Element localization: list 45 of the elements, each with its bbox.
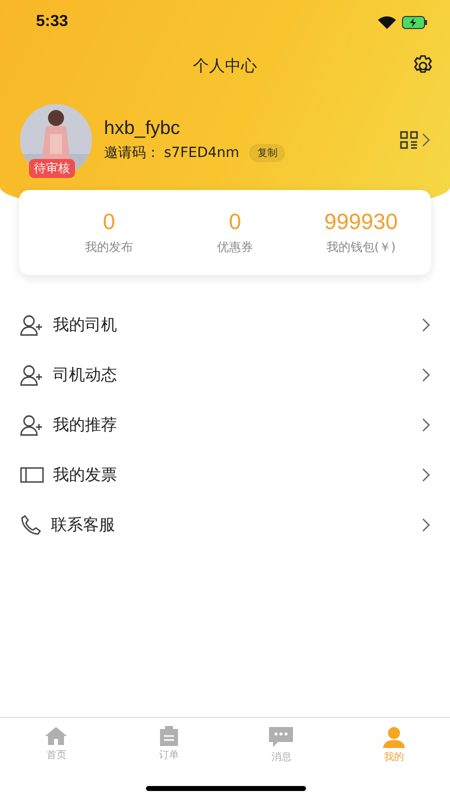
- clipboard-icon: [158, 726, 180, 746]
- invite-code: s7FED4nm: [164, 145, 240, 161]
- status-time: 5:33: [36, 13, 68, 31]
- battery-icon: [402, 16, 428, 28]
- chevron-right-icon: [422, 468, 430, 482]
- chat-icon: [268, 726, 294, 748]
- tab-item[interactable]: 首页: [0, 718, 112, 778]
- menu-label: 联系客服: [51, 514, 116, 536]
- menu-label: 我的推荐: [53, 414, 118, 436]
- menu-item[interactable]: 我的发票: [0, 450, 450, 500]
- menu-label: 司机动态: [53, 364, 118, 386]
- page-title: 个人中心: [193, 56, 257, 76]
- stat-value[interactable]: 0: [228, 209, 242, 235]
- stat-value[interactable]: 0: [102, 209, 116, 235]
- chevron-right-icon: [422, 418, 430, 432]
- tab-item[interactable]: 订单: [112, 718, 225, 778]
- qr-code-icon[interactable]: [400, 131, 418, 149]
- person-icon: [382, 726, 406, 748]
- stat-label: 我的钱包(￥): [326, 239, 396, 256]
- pending-review-badge: 待审核: [29, 159, 75, 178]
- chevron-right-icon: [422, 133, 430, 147]
- phone-icon: [20, 514, 42, 536]
- add-person-icon: [20, 364, 44, 386]
- chevron-right-icon: [422, 318, 430, 332]
- invoice-icon: [20, 467, 44, 483]
- menu-item[interactable]: 我的推荐: [0, 400, 450, 450]
- stat-value[interactable]: 999930: [324, 209, 398, 235]
- menu-item[interactable]: 联系客服: [0, 500, 450, 550]
- home-icon: [44, 726, 68, 746]
- invite-label: 邀请码：: [104, 144, 160, 162]
- menu-item[interactable]: 我的司机: [0, 300, 450, 350]
- menu-label: 我的司机: [53, 314, 118, 336]
- stat-label: 优惠券: [217, 239, 253, 256]
- add-person-icon: [20, 414, 44, 436]
- add-person-icon: [20, 314, 44, 336]
- stat-label: 我的发布: [85, 239, 133, 256]
- tab-item[interactable]: 消息: [225, 718, 338, 778]
- username: hxb_fybc: [104, 118, 182, 140]
- tab-item[interactable]: 我的: [338, 718, 450, 778]
- menu-item[interactable]: 司机动态: [0, 350, 450, 400]
- chevron-right-icon: [422, 518, 430, 532]
- copy-button[interactable]: 复制: [249, 144, 286, 162]
- chevron-right-icon: [422, 368, 430, 382]
- menu-label: 我的发票: [53, 464, 118, 486]
- wifi-icon: [378, 16, 396, 28]
